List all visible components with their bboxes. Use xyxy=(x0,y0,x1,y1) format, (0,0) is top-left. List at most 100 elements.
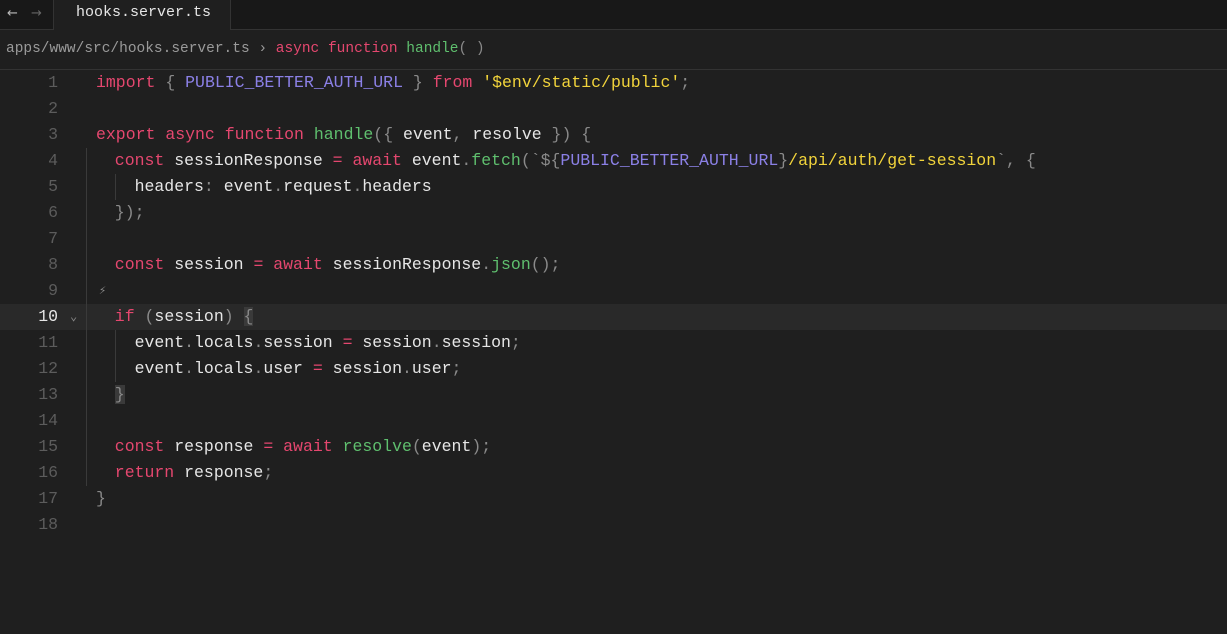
code-line[interactable]: 5 headers: event.request.headers xyxy=(0,174,1227,200)
token-pn: ; xyxy=(510,333,521,352)
token-pn: , xyxy=(452,125,473,144)
code-line[interactable]: 8 const session = await sessionResponse.j… xyxy=(0,252,1227,278)
token-id: locals xyxy=(194,359,254,378)
token-id: locals xyxy=(194,333,254,352)
code-line[interactable]: 9 ⚡ xyxy=(0,278,1227,304)
line-content: const response = await resolve(event); xyxy=(86,434,492,460)
line-number: 16 xyxy=(38,463,58,482)
line-number: 9 xyxy=(48,281,58,300)
forward-arrow-icon[interactable]: → xyxy=(31,0,42,29)
token-pn xyxy=(472,73,482,92)
token-pn: { xyxy=(243,307,254,326)
code-line[interactable]: 18 xyxy=(0,512,1227,538)
code-line[interactable]: 1 import { PUBLIC_BETTER_AUTH_URL } from … xyxy=(0,70,1227,96)
token-pn: . xyxy=(273,177,284,196)
token-pn: (); xyxy=(530,255,561,274)
token-pn: . xyxy=(461,151,472,170)
code-line[interactable]: 11 event.locals.session = session.session… xyxy=(0,330,1227,356)
line-content: if (session) { xyxy=(86,304,254,330)
token-pn: (`${ xyxy=(520,151,561,170)
token-pn xyxy=(155,125,165,144)
back-arrow-icon[interactable]: ← xyxy=(7,0,18,29)
token-id: sessionResponse xyxy=(322,255,482,274)
token-pn: . xyxy=(431,333,442,352)
token-pn: ); xyxy=(471,437,492,456)
token-id xyxy=(273,437,283,456)
token-id: session xyxy=(154,307,224,326)
token-id: session xyxy=(441,333,511,352)
code-line[interactable]: 4 const sessionResponse = await event.fet… xyxy=(0,148,1227,174)
breadcrumb-symbol[interactable]: async function handle( ) xyxy=(276,41,485,57)
code-line[interactable]: 3 export async function handle({ event, r… xyxy=(0,122,1227,148)
code-line[interactable]: 17} xyxy=(0,486,1227,512)
token-pn: ( xyxy=(411,437,422,456)
code-line[interactable]: 12 event.locals.user = session.user; xyxy=(0,356,1227,382)
indent-guide xyxy=(86,330,115,356)
code-line[interactable]: 15 const response = await resolve(event); xyxy=(0,434,1227,460)
line-number: 2 xyxy=(48,99,58,118)
code-line[interactable]: 7 xyxy=(0,226,1227,252)
token-id: session xyxy=(263,333,343,352)
token-id: event xyxy=(134,359,185,378)
line-number: 13 xyxy=(38,385,58,404)
token-kw: const xyxy=(114,151,165,170)
tab-hooks-server-ts[interactable]: hooks.server.ts xyxy=(53,0,231,30)
line-number: 7 xyxy=(48,229,58,248)
code-line[interactable]: 13} xyxy=(0,382,1227,408)
line-content: return response; xyxy=(86,460,273,486)
token-id: response xyxy=(174,463,264,482)
line-content: export async function handle({ event, re… xyxy=(96,122,591,148)
token-pn: . xyxy=(253,359,264,378)
token-kw: if xyxy=(114,307,135,326)
breadcrumb: apps/www/src/hooks.server.ts › async fun… xyxy=(0,30,1227,70)
token-kw: = xyxy=(263,437,274,456)
line-number: 8 xyxy=(48,255,58,274)
line-number: 1 xyxy=(48,73,58,92)
breadcrumb-parens: ( ) xyxy=(458,41,485,57)
token-pn: . xyxy=(184,333,195,352)
token-pn: { xyxy=(155,73,186,92)
breadcrumb-function: function xyxy=(327,41,398,57)
code-line[interactable]: 2 xyxy=(0,96,1227,122)
line-number: 11 xyxy=(38,333,58,352)
line-number: 14 xyxy=(38,411,58,430)
token-id xyxy=(263,255,273,274)
token-kw: function xyxy=(224,125,304,144)
line-content xyxy=(86,278,115,304)
line-content xyxy=(86,408,115,434)
line-content: }); xyxy=(86,200,145,226)
token-pn: . xyxy=(481,255,492,274)
code-line[interactable]: 14 xyxy=(0,408,1227,434)
token-pn: . xyxy=(401,359,412,378)
token-pn: . xyxy=(352,177,363,196)
indent-guide xyxy=(86,356,115,382)
line-number: 10 xyxy=(38,307,58,326)
token-kw: const xyxy=(114,437,165,456)
token-pn: }); xyxy=(114,203,145,222)
token-id: session xyxy=(352,333,432,352)
indent-guide xyxy=(86,434,115,460)
token-id: sessionResponse xyxy=(164,151,333,170)
indent-guide xyxy=(86,226,115,252)
code-line[interactable]: 16 return response; xyxy=(0,460,1227,486)
code-editor[interactable]: 1 import { PUBLIC_BETTER_AUTH_URL } from … xyxy=(0,70,1227,538)
breadcrumb-path[interactable]: apps/www/src/hooks.server.ts xyxy=(6,41,250,57)
breadcrumb-separator: › xyxy=(258,41,268,57)
token-cst: PUBLIC_BETTER_AUTH_URL xyxy=(560,151,779,170)
code-line[interactable]: 6}); xyxy=(0,200,1227,226)
code-line[interactable]: 10 ⌄ if (session) { xyxy=(0,304,1227,330)
line-number: 3 xyxy=(48,125,58,144)
token-kw: = xyxy=(332,151,343,170)
token-pn: ; xyxy=(451,359,462,378)
token-pn: } xyxy=(778,151,789,170)
token-pn: : xyxy=(203,177,224,196)
token-id: event xyxy=(401,151,462,170)
token-kw: return xyxy=(114,463,175,482)
indent-guide xyxy=(86,304,115,330)
token-kw: = xyxy=(253,255,264,274)
fold-chevron-icon[interactable]: ⌄ xyxy=(70,304,77,330)
token-pn: } xyxy=(114,385,125,404)
line-content: import { PUBLIC_BETTER_AUTH_URL } from '… xyxy=(96,70,690,96)
token-id: session xyxy=(164,255,254,274)
indent-guide xyxy=(114,356,135,382)
